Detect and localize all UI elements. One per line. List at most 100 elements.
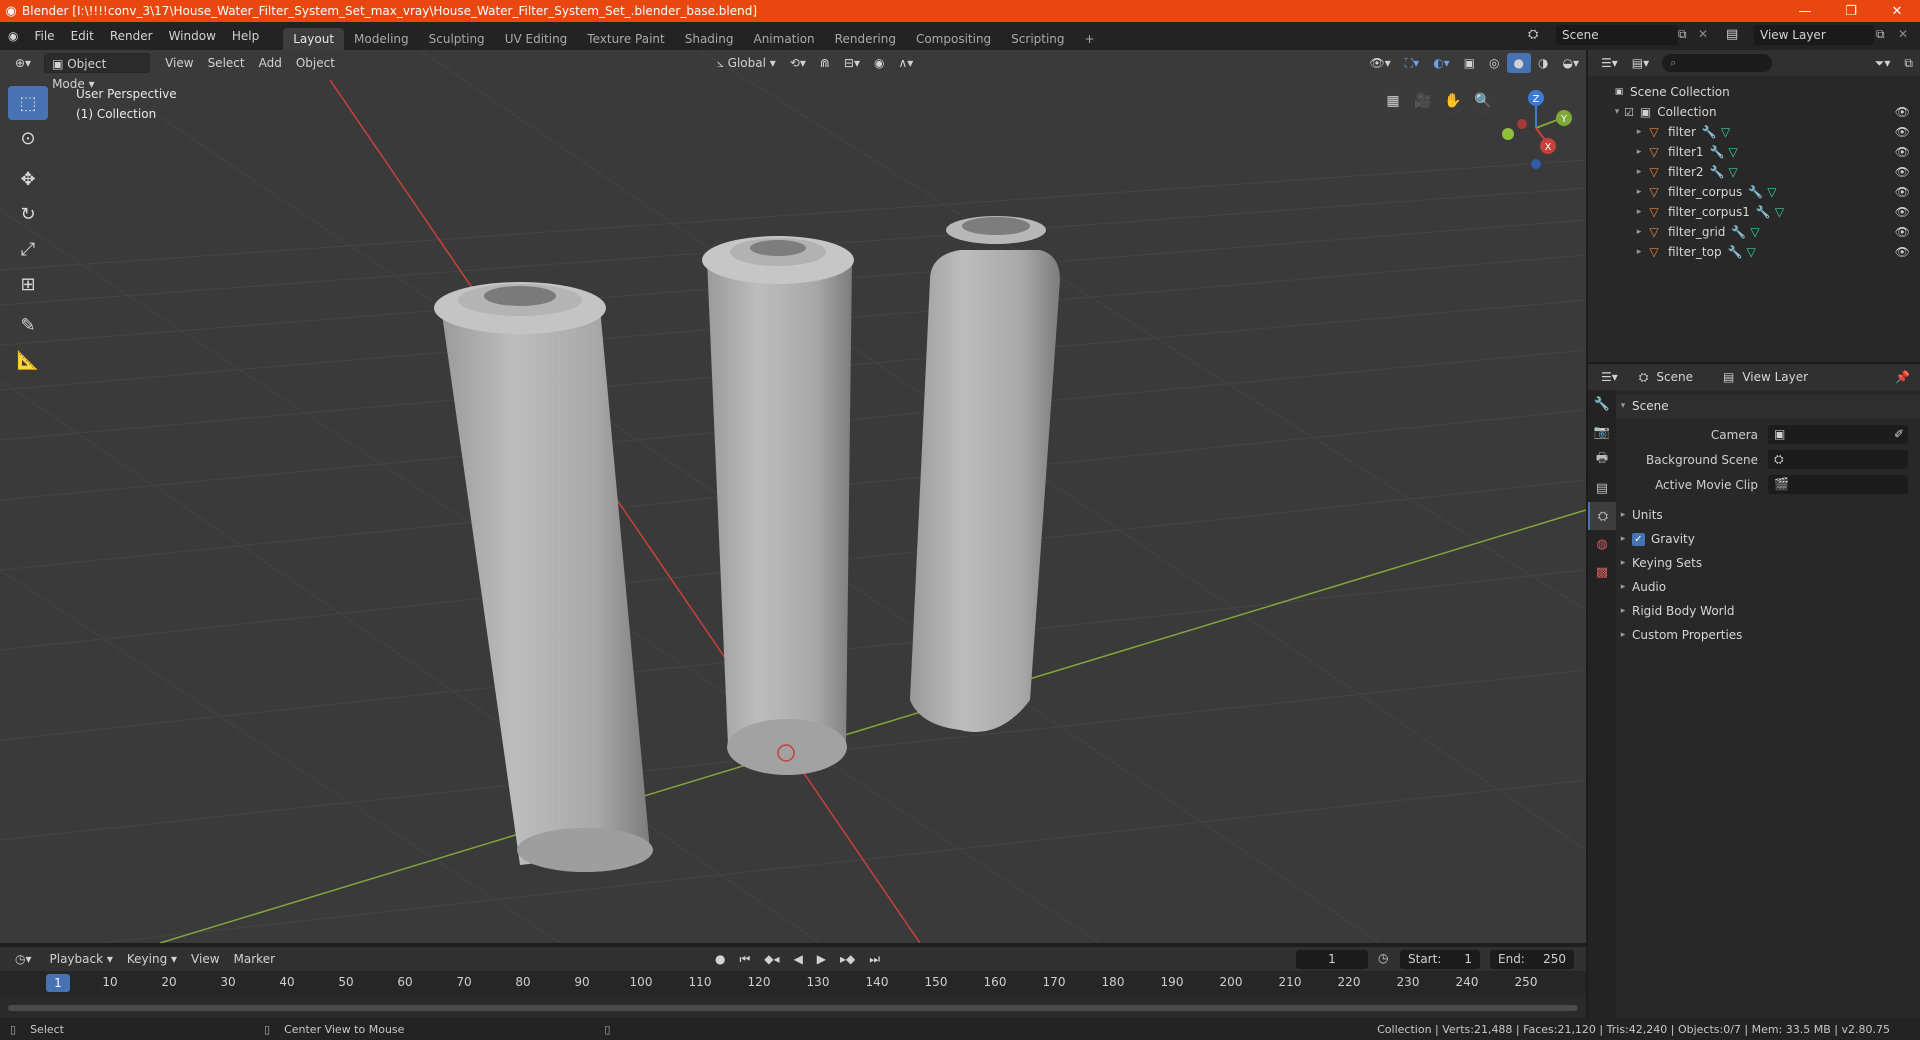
falloff-icon[interactable]: ∧▾: [891, 53, 920, 73]
outliner-object-row[interactable]: ▸ ▽ filter_top 🔧 ▽ 👁: [1588, 242, 1920, 262]
scene-tab-icon[interactable]: ⛭: [1588, 502, 1616, 530]
menu-select[interactable]: Select: [201, 53, 252, 73]
visibility-eye-icon[interactable]: 👁: [1895, 205, 1910, 219]
modifier-wrench-icon[interactable]: 🔧: [1728, 245, 1743, 259]
timeline-scrollbar[interactable]: [8, 1005, 1578, 1011]
menu-playback[interactable]: Playback ▾: [43, 949, 120, 969]
outliner-object-row[interactable]: ▸ ▽ filter 🔧 ▽ 👁: [1588, 122, 1920, 142]
mesh-data-icon[interactable]: ▽: [1775, 205, 1784, 219]
expand-triangle-icon[interactable]: ▸: [1632, 207, 1646, 217]
camera-field[interactable]: ▣ ✐: [1768, 425, 1908, 444]
background-scene-field[interactable]: ⛭: [1768, 450, 1908, 469]
tab-modeling[interactable]: Modeling: [344, 28, 419, 50]
rotate-icon[interactable]: ↻: [8, 197, 48, 231]
menu-window[interactable]: Window: [161, 22, 224, 50]
rigid-body-world-panel[interactable]: ▸ Rigid Body World: [1616, 599, 1920, 623]
close-icon[interactable]: ✕: [1874, 4, 1920, 19]
cursor-icon[interactable]: ⊙: [8, 121, 48, 155]
toggle-perspective-icon[interactable]: ▦: [1380, 88, 1406, 114]
menu-add[interactable]: Add: [252, 53, 289, 73]
outliner-object-row[interactable]: ▸ ▽ filter_corpus 🔧 ▽ 👁: [1588, 182, 1920, 202]
view-layer-breadcrumb[interactable]: View Layer: [1742, 370, 1808, 384]
expand-triangle-icon[interactable]: ▸: [1632, 147, 1646, 157]
navigation-gizmo[interactable]: Z Y X: [1492, 84, 1582, 174]
outliner-editor-type-icon[interactable]: ☰▾: [1594, 53, 1625, 73]
tab-animation[interactable]: Animation: [743, 28, 824, 50]
expand-triangle-icon[interactable]: ▸: [1632, 167, 1646, 177]
visibility-eye-icon[interactable]: 👁: [1895, 245, 1910, 259]
filter-icon[interactable]: ⏷▾: [1868, 53, 1898, 73]
current-frame-field[interactable]: 1: [1296, 950, 1368, 969]
end-frame-field[interactable]: End: 250: [1490, 950, 1574, 969]
delete-view-layer-icon[interactable]: ✕: [1898, 27, 1908, 41]
pin-icon[interactable]: 📌: [1895, 370, 1910, 384]
wireframe-shading-icon[interactable]: ◎: [1482, 53, 1506, 73]
modifier-wrench-icon[interactable]: 🔧: [1748, 185, 1763, 199]
timeline-editor-type-icon[interactable]: ◷▾: [8, 949, 39, 969]
add-workspace-icon[interactable]: +: [1075, 28, 1105, 50]
menu-file[interactable]: File: [26, 22, 62, 50]
outliner-object-row[interactable]: ▸ ▽ filter_corpus1 🔧 ▽ 👁: [1588, 202, 1920, 222]
mesh-data-icon[interactable]: ▽: [1750, 225, 1759, 239]
new-collection-icon[interactable]: ⧉: [1897, 53, 1920, 73]
view-layer-field[interactable]: View Layer: [1754, 25, 1874, 45]
delete-scene-icon[interactable]: ✕: [1698, 27, 1708, 41]
expand-triangle-icon[interactable]: ▸: [1632, 247, 1646, 257]
proportional-edit-icon[interactable]: ◉: [867, 53, 891, 73]
tab-layout[interactable]: Layout: [283, 28, 345, 50]
outliner-collection[interactable]: ▾ ☑ ▣ Collection 👁: [1588, 102, 1920, 122]
blender-menu-icon[interactable]: ◉: [0, 22, 26, 50]
keying-sets-panel[interactable]: ▸ Keying Sets: [1616, 551, 1920, 575]
menu-marker[interactable]: Marker: [227, 949, 282, 969]
custom-properties-panel[interactable]: ▸ Custom Properties: [1616, 623, 1920, 647]
audio-panel[interactable]: ▸ Audio: [1616, 575, 1920, 599]
outliner-object-row[interactable]: ▸ ▽ filter1 🔧 ▽ 👁: [1588, 142, 1920, 162]
transform-icon[interactable]: ⊞: [8, 267, 48, 301]
jump-end-icon[interactable]: ⏭: [862, 949, 887, 969]
menu-timeline-view[interactable]: View: [184, 949, 226, 969]
move-icon[interactable]: ✥: [8, 162, 48, 196]
overlay-toggle-icon[interactable]: ◐▾: [1426, 53, 1457, 73]
modifier-wrench-icon[interactable]: 🔧: [1756, 205, 1771, 219]
measure-icon[interactable]: 📐: [8, 343, 48, 377]
world-tab-icon[interactable]: ◍: [1588, 530, 1616, 558]
mesh-data-icon[interactable]: ▽: [1767, 185, 1776, 199]
texture-tab-icon[interactable]: ▩: [1588, 558, 1616, 586]
solid-shading-icon[interactable]: ●: [1506, 53, 1532, 73]
expand-triangle-icon[interactable]: ▸: [1632, 227, 1646, 237]
properties-editor-type-icon[interactable]: ☰▾: [1594, 367, 1625, 387]
scale-icon[interactable]: ⤢: [8, 232, 48, 266]
mesh-data-icon[interactable]: ▽: [1721, 125, 1730, 139]
output-tab-icon[interactable]: 🖶: [1588, 446, 1616, 474]
gravity-checkbox[interactable]: ✓: [1632, 532, 1645, 546]
visibility-eye-icon[interactable]: 👁: [1895, 165, 1910, 179]
annotate-icon[interactable]: ✎: [8, 308, 48, 342]
eyedropper-icon[interactable]: ✐: [1894, 425, 1904, 444]
modifier-wrench-icon[interactable]: 🔧: [1702, 125, 1717, 139]
record-icon[interactable]: ●: [708, 949, 732, 969]
mesh-data-icon[interactable]: ▽: [1747, 245, 1756, 259]
editor-type-icon[interactable]: ⊕▾: [8, 53, 38, 73]
view-layer-tab-icon[interactable]: ▤: [1588, 474, 1616, 502]
next-keyframe-icon[interactable]: ▸◆: [833, 949, 862, 969]
visibility-eye-icon[interactable]: 👁: [1895, 125, 1910, 139]
visibility-eye-icon[interactable]: 👁: [1895, 225, 1910, 239]
preview-range-icon[interactable]: ◷: [1378, 951, 1388, 965]
tab-rendering[interactable]: Rendering: [825, 28, 906, 50]
camera-view-icon[interactable]: 🎥: [1410, 88, 1436, 114]
scene-panel-header[interactable]: ▾ Scene: [1616, 394, 1920, 418]
modifier-wrench-icon[interactable]: 🔧: [1710, 145, 1725, 159]
jump-start-icon[interactable]: ⏮: [732, 949, 757, 969]
snap-icon[interactable]: ⋒: [813, 53, 837, 73]
tab-compositing[interactable]: Compositing: [906, 28, 1001, 50]
visibility-icon[interactable]: 👁▾: [1363, 53, 1398, 73]
prev-keyframe-icon[interactable]: ◆◂: [757, 949, 786, 969]
scene-name-field[interactable]: Scene: [1556, 25, 1678, 45]
play-reverse-icon[interactable]: ◀: [787, 949, 810, 969]
snap-target-icon[interactable]: ⊟▾: [837, 53, 867, 73]
menu-view[interactable]: View: [158, 53, 200, 73]
tab-sculpting[interactable]: Sculpting: [419, 28, 495, 50]
3d-viewport[interactable]: ⊕▾ ▣ Object Mode ▾ View Select Add Objec…: [0, 50, 1586, 943]
menu-object[interactable]: Object: [289, 53, 342, 73]
gizmo-toggle-icon[interactable]: ⛶▾: [1398, 53, 1426, 73]
